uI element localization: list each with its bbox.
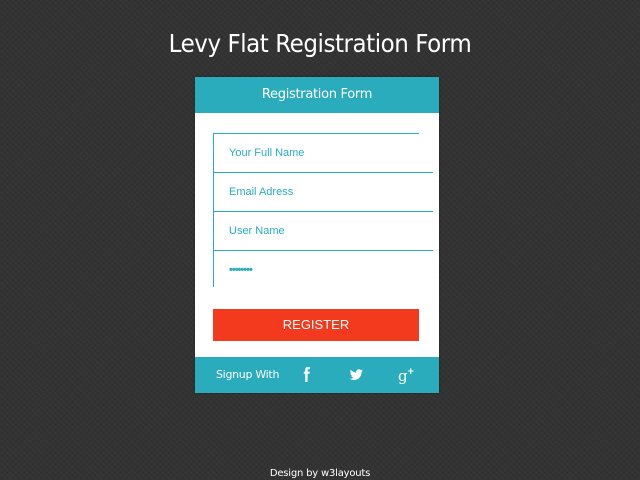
username-placeholder: User Name [229, 225, 285, 237]
card-header: Registration Form [195, 77, 439, 113]
form-fields: Your Full Name Email Adress User Name ••… [213, 133, 433, 289]
twitter-icon[interactable] [346, 366, 366, 384]
password-value: •••••••• [229, 264, 253, 276]
page-title: Levy Flat Registration Form [168, 29, 472, 58]
google-plus-icon[interactable]: g + [398, 366, 418, 385]
password-input[interactable]: •••••••• [214, 251, 433, 289]
full-name-placeholder: Your Full Name [229, 147, 305, 159]
email-input[interactable]: Email Adress [214, 173, 433, 212]
email-placeholder: Email Adress [229, 186, 294, 198]
footer-credit: Design by w3layouts [269, 468, 371, 479]
username-input[interactable]: User Name [214, 212, 433, 251]
facebook-icon[interactable] [297, 366, 317, 384]
registration-card: Registration Form Your Full Name Email A… [195, 77, 439, 393]
card-footer: Signup With g + [195, 357, 439, 393]
svg-text:+: + [407, 367, 415, 377]
register-button[interactable]: REGISTER [213, 309, 419, 341]
signup-with-label: Signup With [216, 368, 280, 381]
full-name-input[interactable]: Your Full Name [214, 134, 433, 173]
